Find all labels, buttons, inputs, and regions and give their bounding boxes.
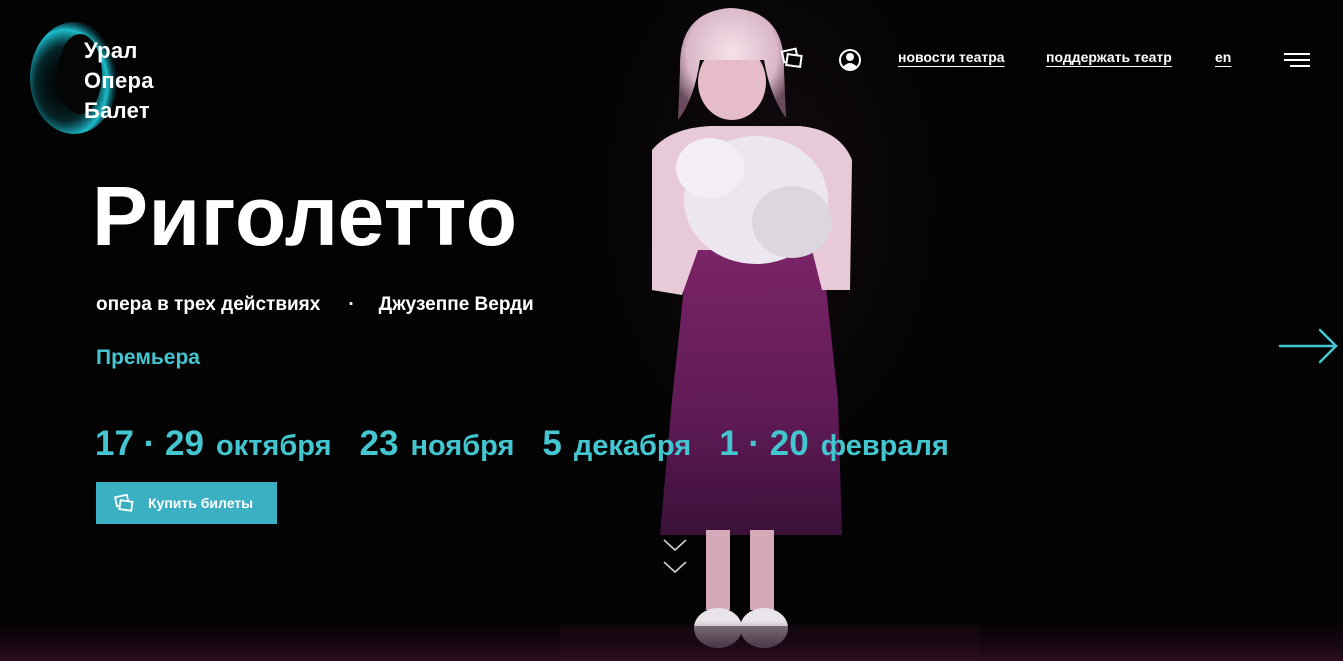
logo-line-2: Опера: [84, 68, 154, 93]
user-circle-icon[interactable]: [838, 48, 862, 72]
date-month: февраля: [820, 430, 949, 462]
date-days: 23: [359, 424, 399, 463]
hamburger-menu-icon[interactable]: [1284, 50, 1312, 70]
date-month: ноября: [410, 430, 515, 462]
date-group: 1 · 20 февраля: [719, 420, 949, 475]
tickets-icon: [114, 493, 134, 512]
stage-floor: [0, 621, 1343, 661]
performance-subtitle: опера в трех действиях · Джузеппе Верди: [96, 292, 534, 318]
date-group: 23 ноября: [360, 420, 515, 475]
date-month: декабря: [573, 430, 692, 462]
date-month: октября: [215, 430, 332, 462]
composer-text: Джузеппе Верди: [378, 294, 534, 315]
genre-text: опера в трех действиях: [96, 294, 321, 315]
subtitle-separator: ·: [348, 294, 355, 315]
logo-wordmark: Урал Опера Балет: [84, 36, 154, 126]
logo-line-3: Балет: [84, 98, 150, 123]
performance-dates: 17 · 29 октября 23 ноября 5 декабря 1 · 20 ф…: [95, 420, 977, 475]
buy-tickets-label: Купить билеты: [148, 495, 254, 511]
language-switch[interactable]: en: [1215, 49, 1231, 65]
logo-line-1: Урал: [84, 38, 138, 63]
date-group: 17 · 29 октября: [95, 420, 332, 475]
page-title: Риголетто: [92, 169, 518, 263]
date-days: 5: [542, 424, 562, 463]
nav-link-news[interactable]: новости театра: [898, 49, 1005, 65]
double-chevron-down-icon[interactable]: [662, 536, 688, 578]
hero-photo: [560, 0, 980, 661]
date-group: 5 декабря: [542, 420, 691, 475]
nav-link-support[interactable]: поддержать театр: [1046, 49, 1172, 65]
site-logo[interactable]: Урал Опера Балет: [22, 10, 182, 140]
tickets-icon[interactable]: [780, 46, 804, 70]
arrow-right-icon[interactable]: [1278, 326, 1340, 366]
premiere-badge: Премьера: [96, 346, 200, 369]
date-days: 17 · 29: [95, 424, 204, 463]
buy-tickets-button[interactable]: Купить билеты: [96, 482, 277, 524]
date-days: 1 · 20: [719, 424, 809, 463]
